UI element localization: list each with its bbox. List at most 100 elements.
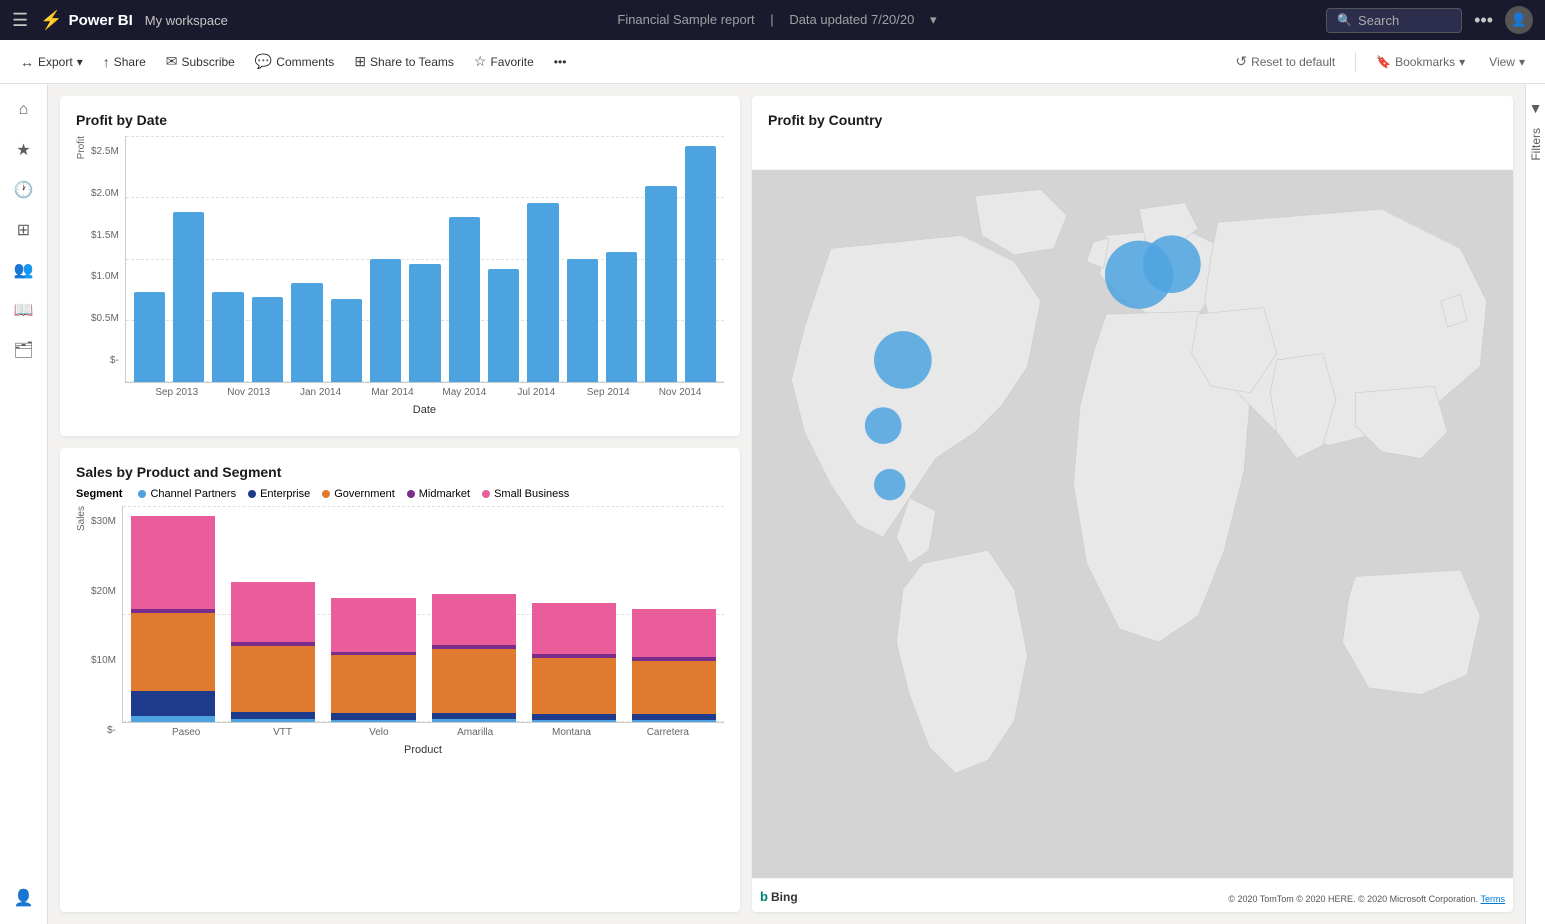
teams-icon: ⊞ — [354, 53, 366, 70]
toolbar-more-button[interactable]: ••• — [546, 51, 575, 73]
export-icon: ↔ — [20, 54, 34, 70]
profit-bar-11[interactable] — [567, 259, 598, 382]
export-chevron-icon: ▾ — [77, 55, 83, 69]
segment-1 — [231, 712, 315, 719]
profit-bar-5[interactable] — [331, 299, 362, 382]
segment-4 — [131, 516, 215, 609]
profit-bar-0[interactable] — [134, 292, 165, 382]
segment-4 — [331, 598, 415, 651]
segment-1 — [131, 691, 215, 716]
segment-0 — [231, 719, 315, 722]
bing-logo: b Bing — [760, 889, 798, 904]
legend-item-channel-partners: Channel Partners — [138, 488, 236, 500]
share-button[interactable]: ↑ Share — [95, 50, 154, 74]
filters-funnel-icon[interactable]: ▼ — [1529, 100, 1543, 116]
sales-bar-amarilla[interactable] — [432, 594, 516, 722]
segment-2 — [331, 655, 415, 713]
avatar[interactable]: 👤 — [1505, 6, 1533, 34]
segment-0 — [632, 720, 716, 722]
segment-4 — [231, 582, 315, 642]
map-container[interactable]: b Bing © 2020 TomTom © 2020 HERE. © 2020… — [752, 136, 1513, 912]
reset-default-button[interactable]: ↺ Reset to default — [1227, 49, 1343, 74]
profit-bar-14[interactable] — [685, 146, 716, 382]
toolbar-right-actions: ↺ Reset to default 🔖 Bookmarks ▾ View ▾ — [1227, 49, 1533, 74]
more-options-icon[interactable]: ••• — [1474, 10, 1493, 31]
sidebar-item-favorites[interactable]: ★ — [6, 132, 42, 168]
toolbar: ↔ Export ▾ ↑ Share ✉ Subscribe 💬 Comment… — [0, 40, 1545, 84]
sales-bar-vtt[interactable] — [231, 582, 315, 722]
legend-dot-icon — [248, 490, 256, 498]
profit-chart-body: Sep 2013Nov 2013Jan 2014Mar 2014May 2014… — [125, 136, 724, 416]
dropdown-chevron-icon[interactable]: ▾ — [930, 12, 937, 27]
toolbar-more-icon: ••• — [554, 55, 567, 69]
world-map-svg — [752, 136, 1513, 912]
map-bubble-germany[interactable] — [1143, 235, 1201, 293]
comments-button[interactable]: 💬 Comments — [247, 49, 342, 74]
x-axis-products: PaseoVTTVeloAmarillaMontanaCarretera — [122, 723, 724, 738]
y-axis-profit: $2.5M $2.0M $1.5M $1.0M $0.5M $- — [91, 146, 125, 366]
map-bubble-usa[interactable] — [865, 407, 902, 444]
view-chevron-icon: ▾ — [1519, 55, 1525, 69]
map-copyright: © 2020 TomTom © 2020 HERE. © 2020 Micros… — [1228, 894, 1505, 904]
sales-bar-velo[interactable] — [331, 598, 415, 722]
view-button[interactable]: View ▾ — [1481, 51, 1533, 73]
search-icon: 🔍 — [1337, 13, 1352, 27]
profit-bar-7[interactable] — [409, 264, 440, 382]
logo: ⚡ Power BI — [40, 10, 133, 31]
subscribe-button[interactable]: ✉ Subscribe — [158, 49, 243, 74]
search-box[interactable]: 🔍 Search — [1326, 8, 1462, 33]
profit-bar-12[interactable] — [606, 252, 637, 382]
subscribe-icon: ✉ — [166, 53, 178, 70]
x-axis-label-product: Product — [122, 744, 724, 756]
profit-bar-2[interactable] — [212, 292, 243, 382]
sales-by-product-title: Sales by Product and Segment — [76, 464, 724, 480]
sidebar-item-recent[interactable]: 🕐 — [6, 172, 42, 208]
segment-0 — [331, 720, 415, 722]
favorite-button[interactable]: ☆ Favorite — [466, 49, 542, 74]
profit-bar-10[interactable] — [527, 203, 558, 382]
sales-bar-paseo[interactable] — [131, 516, 215, 722]
bookmarks-button[interactable]: 🔖 Bookmarks ▾ — [1368, 51, 1473, 73]
y-axis-sales: $30M $20M $10M $- — [91, 516, 122, 736]
sales-bar-montana[interactable] — [532, 603, 616, 722]
segment-4 — [432, 594, 516, 645]
powerbi-logo-icon: ⚡ — [40, 10, 62, 31]
workspace-link[interactable]: My workspace — [145, 13, 228, 28]
profit-bar-4[interactable] — [291, 283, 322, 382]
profit-bar-6[interactable] — [370, 259, 401, 382]
sidebar-item-learn[interactable]: 📖 — [6, 292, 42, 328]
segment-0 — [131, 716, 215, 722]
map-bubble-mexico[interactable] — [874, 469, 905, 500]
top-nav: ☰ ⚡ Power BI My workspace Financial Samp… — [0, 0, 1545, 40]
toolbar-divider — [1355, 52, 1356, 72]
legend-dot-icon — [138, 490, 146, 498]
x-axis-label-date: Date — [125, 404, 724, 416]
sidebar-item-apps[interactable]: ⊞ — [6, 212, 42, 248]
legend-item-midmarket: Midmarket — [407, 488, 470, 500]
segment-2 — [432, 649, 516, 713]
legend-item-small-business: Small Business — [482, 488, 569, 500]
sidebar-item-profile[interactable]: 👤 — [6, 880, 42, 916]
map-bubble-canada[interactable] — [874, 331, 932, 389]
terms-link[interactable]: Terms — [1481, 894, 1506, 904]
segment-2 — [231, 646, 315, 712]
share-teams-button[interactable]: ⊞ Share to Teams — [346, 49, 462, 74]
sidebar-item-home[interactable]: ⌂ — [6, 92, 42, 128]
sidebar-item-people[interactable]: 👥 — [6, 252, 42, 288]
profit-bar-3[interactable] — [252, 297, 283, 382]
sales-bar-carretera[interactable] — [632, 609, 716, 722]
content-area: Profit by Date Profit $2.5M $2.0M $1.5M … — [48, 84, 1525, 924]
profit-by-date-title: Profit by Date — [76, 112, 724, 128]
profit-bar-8[interactable] — [449, 217, 480, 382]
sidebar-item-workspaces[interactable]: 🗂 — [6, 332, 42, 368]
legend-dot-icon — [322, 490, 330, 498]
profit-bar-9[interactable] — [488, 269, 519, 382]
profit-bar-1[interactable] — [173, 212, 204, 382]
y-axis-label-sales: Sales — [76, 506, 87, 531]
export-button[interactable]: ↔ Export ▾ — [12, 50, 91, 74]
x-axis-dates: Sep 2013Nov 2013Jan 2014Mar 2014May 2014… — [125, 383, 724, 398]
profit-bar-13[interactable] — [645, 186, 676, 382]
filters-label[interactable]: Filters — [1529, 128, 1543, 161]
hamburger-icon[interactable]: ☰ — [12, 10, 28, 31]
right-panel: ▼ Filters — [1525, 84, 1545, 924]
